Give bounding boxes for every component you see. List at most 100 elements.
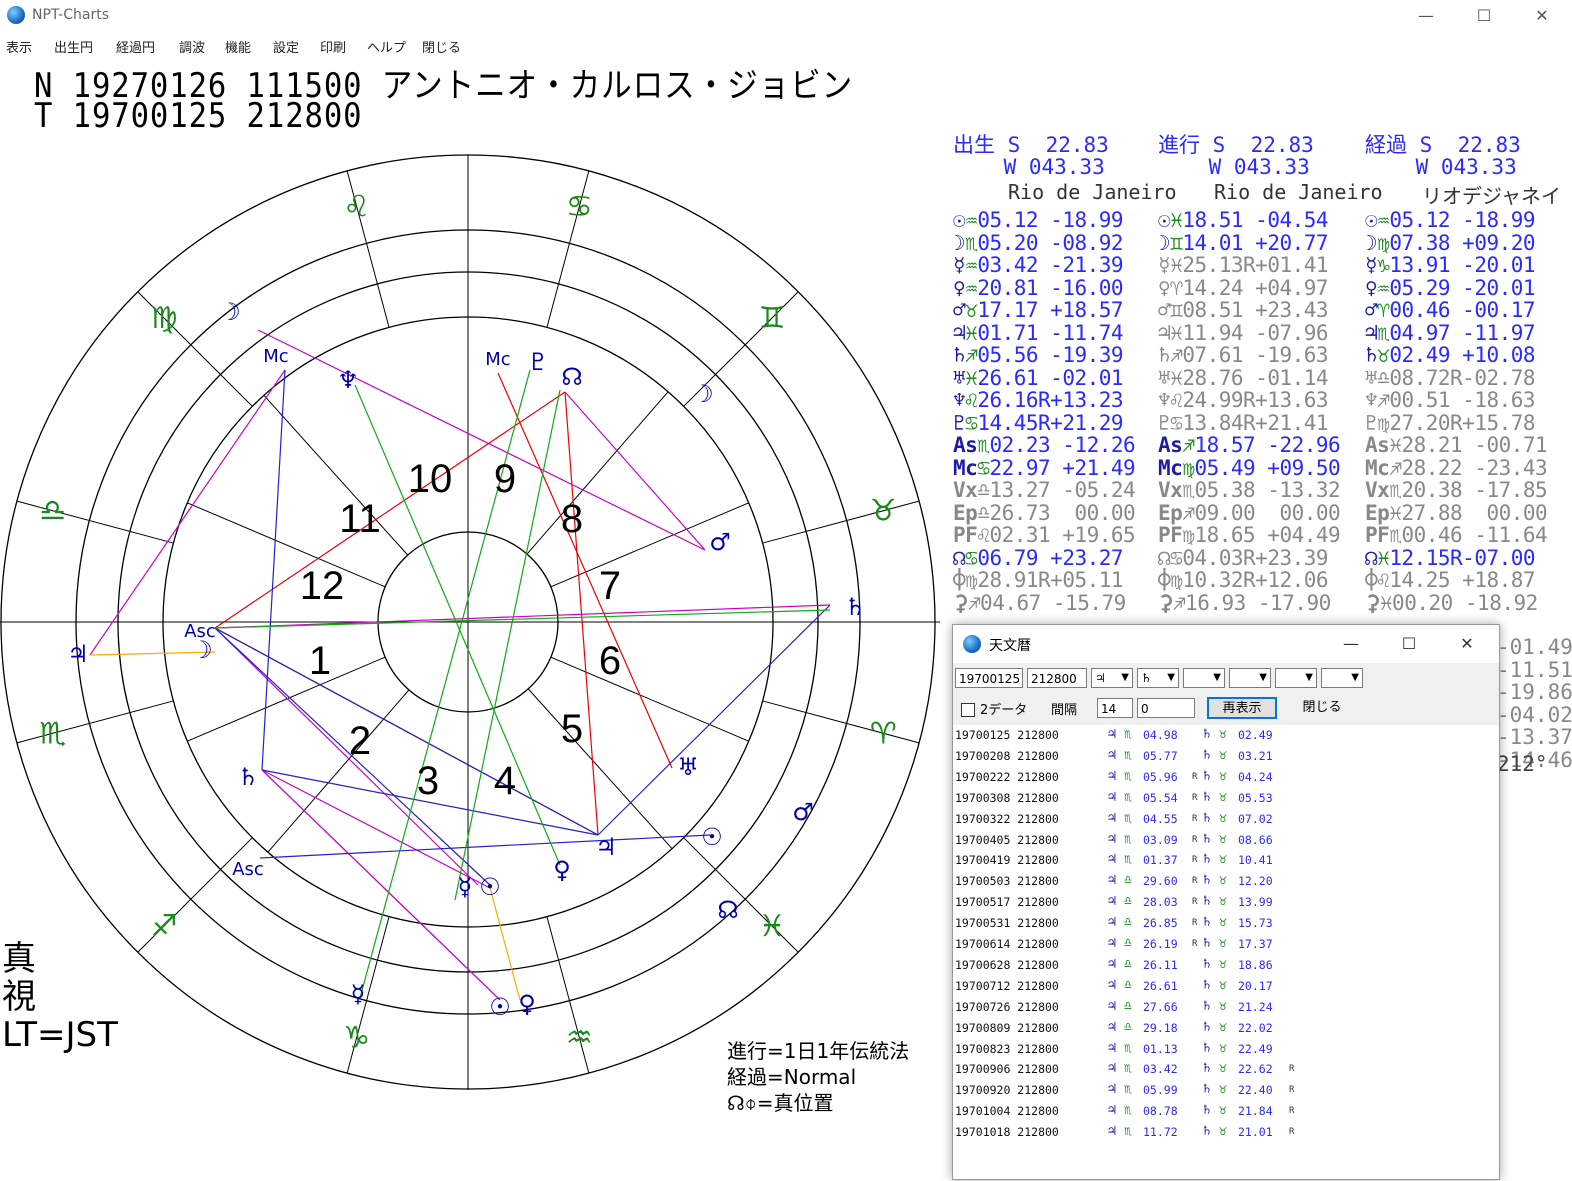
progressed-row: ☽♊14.01 +20.77 [1158,231,1340,255]
transit-row: ⚳♓00.20 -18.92 [1365,590,1547,615]
time-input[interactable]: 212800 [1027,668,1087,688]
jupiter-glyph: ♃ [1108,1124,1116,1140]
interval-input[interactable]: 14 [1097,698,1133,718]
sign-glyph: ♍ [1182,523,1195,547]
sign-glyph: ♉ [1219,768,1227,784]
natal-row: ☊♋06.79 +23.27 [953,546,1135,570]
menu-harmonics[interactable]: 調波 [179,37,205,56]
two-data-checkbox[interactable] [961,703,975,717]
transit-row: ⌽♌14.25 +18.87 [1365,569,1547,592]
sign-glyph: ♉ [1219,1082,1227,1098]
house-number: 9 [494,457,516,501]
progressed-city: Rio de Janeiro [1214,180,1383,204]
sign-glyph: ♓ [965,365,978,390]
planet4-select[interactable]: ▼ [1229,668,1271,688]
dialog-title: 天文暦 [989,638,1031,654]
menu-bar: 表示 出生円 経過円 調波 機能 設定 印刷 ヘルプ 閉じる [0,34,1572,56]
ephemeris-row[interactable]: 19700531 212800 ♃ ♎ 26.85 R ♄ ♉ 15.73 [953,913,1499,934]
redisplay-button[interactable]: 再表示 [1207,697,1277,719]
jupiter-glyph: ♃ [1108,894,1116,910]
aspect-line [497,372,673,769]
planet-glyph: ☿ [953,253,966,277]
ephemeris-row[interactable]: 19700809 212800 ♃ ♎ 29.18 ♄ ♉ 22.02 [953,1018,1499,1039]
planet5-select[interactable]: ▼ [1275,668,1317,688]
ephemeris-row[interactable]: 19700726 212800 ♃ ♎ 27.66 ♄ ♉ 21.24 [953,997,1499,1018]
dialog-minimize-button[interactable]: — [1331,631,1371,657]
sign-glyph: ♎ [1377,365,1390,390]
planet6-select[interactable]: ▼ [1321,668,1363,688]
menu-close[interactable]: 閉じる [422,37,461,56]
natal-row: ⚳♐04.67 -15.79 [953,590,1135,615]
ephemeris-row[interactable]: 19700405 212800 ♃ ♏ 03.09 R ♄ ♉ 08.66 [953,830,1499,851]
planet-marker: ♆ [337,366,359,394]
jupiter-glyph: ♃ [1108,789,1116,805]
retrograde-flag: R [1289,1064,1295,1075]
planet-position: 26.61 -02.01 [977,365,1124,390]
progressed-row: As♐18.57 -22.96 [1158,433,1341,457]
menu-transit-circle[interactable]: 経過円 [116,37,155,56]
planet-marker: ☉ [479,873,501,901]
transit-row: ☽♍07.38 +09.20 [1365,230,1547,255]
ephemeris-row[interactable]: 19700419 212800 ♃ ♏ 01.37 R ♄ ♉ 10.41 [953,850,1499,871]
planet-position: 18.65 +04.49 [1194,523,1341,547]
menu-print[interactable]: 印刷 [320,37,346,56]
node-method: ☊⌽=真位置 [727,1091,834,1115]
planet-glyph: As [1158,433,1183,457]
ephemeris-row[interactable]: 19701018 212800 ♃ ♏ 11.72 ♄ ♉ 21.01 R [953,1122,1499,1143]
menu-settings[interactable]: 設定 [273,37,299,56]
planet-glyph: ☽ [1365,230,1378,255]
planet-glyph: ⌽ [953,568,966,592]
ephemeris-row[interactable]: 19700712 212800 ♃ ♎ 26.61 ♄ ♉ 20.17 [953,976,1499,997]
planet3-select[interactable]: ▼ [1183,668,1225,688]
jupiter-glyph: ♃ [1108,768,1116,784]
sign-glyph: ♎ [1124,998,1132,1014]
ephemeris-row[interactable]: 19700503 212800 ♃ ♎ 29.60 R ♄ ♉ 12.20 [953,871,1499,892]
ephemeris-row[interactable]: 19700920 212800 ♃ ♏ 05.99 ♄ ♉ 22.40 R [953,1080,1499,1101]
ephemeris-row[interactable]: 19700308 212800 ♃ ♏ 05.54 R ♄ ♉ 05.53 [953,788,1499,809]
ephemeris-date: 19700531 212800 [955,916,1059,931]
planet1-select[interactable]: ♃ ▼ [1091,668,1133,688]
ephemeris-row[interactable]: 19701004 212800 ♃ ♏ 08.78 ♄ ♉ 21.84 R [953,1101,1499,1122]
menu-functions[interactable]: 機能 [225,37,251,56]
maximize-button[interactable]: ☐ [1456,0,1512,32]
house-number: 5 [561,707,583,751]
zodiac-sign-glyph: ♒ [566,1020,593,1055]
ephemeris-row[interactable]: 19700222 212800 ♃ ♏ 05.96 R ♄ ♉ 04.24 [953,767,1499,788]
dialog-close-button[interactable]: ✕ [1447,631,1487,657]
ephemeris-row[interactable]: 19700614 212800 ♃ ♎ 26.19 R ♄ ♉ 17.37 [953,934,1499,955]
natal-row: ⌽♍28.91R+05.11 [953,569,1135,592]
natal-row: PF♌02.31 +19.65 [953,524,1136,547]
ephemeris-row[interactable]: 19700517 212800 ♃ ♎ 28.03 R ♄ ♉ 13.99 [953,892,1499,913]
planet-position: 04.67 -15.79 [980,590,1126,615]
sign-glyph: ♒ [1377,275,1390,300]
sign-glyph: ♐ [1377,388,1390,412]
offset-input[interactable]: 0 [1137,698,1195,718]
planet-position: 00.20 -18.92 [1392,590,1538,615]
menu-help[interactable]: ヘルプ [367,37,406,56]
close-button[interactable]: ✕ [1514,0,1570,32]
ephemeris-row[interactable]: 19700628 212800 ♃ ♎ 26.11 ♄ ♉ 18.86 [953,955,1499,976]
planet-position: 09.00 00.00 [1194,500,1341,525]
house-cusp-line [263,395,409,556]
aspect-line [214,604,831,629]
natal-row: ♅♓26.61 -02.01 [953,365,1135,390]
date-input[interactable]: 19700125 [955,668,1023,688]
ephemeris-row[interactable]: 19700906 212800 ♃ ♏ 03.42 ♄ ♉ 22.62 R [953,1059,1499,1080]
ephemeris-row[interactable]: 19700125 212800 ♃ ♏ 04.98 ♄ ♉ 02.49 [953,725,1499,746]
planet2-select[interactable]: ♄ ▼ [1137,668,1179,688]
menu-view[interactable]: 表示 [6,37,32,56]
dialog-maximize-button[interactable]: ☐ [1389,631,1429,657]
ephemeris-row[interactable]: 19700823 212800 ♃ ♏ 01.13 ♄ ♉ 22.49 [953,1039,1499,1060]
minimize-button[interactable]: — [1398,0,1454,32]
menu-natal-circle[interactable]: 出生円 [54,37,93,56]
sign-glyph: ♌ [1170,388,1183,412]
dialog-close-text-button[interactable]: 閉じる [1287,697,1357,719]
planet-glyph: ♇ [953,410,966,435]
overflow-value: -01.49 [1497,635,1572,659]
transit-row: ♆♐00.51 -18.63 [1365,389,1547,412]
progressed-row: ⌽♍10.32R+12.06 [1158,569,1340,592]
planet-glyph: ♃ [953,320,966,345]
jupiter-glyph: ♃ [1108,977,1116,993]
ephemeris-row[interactable]: 19700208 212800 ♃ ♏ 05.77 ♄ ♉ 03.21 [953,746,1499,767]
ephemeris-row[interactable]: 19700322 212800 ♃ ♏ 04.55 R ♄ ♉ 07.02 [953,809,1499,830]
